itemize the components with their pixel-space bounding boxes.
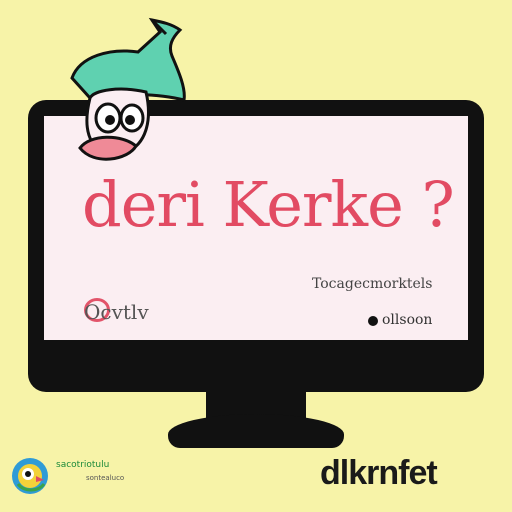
logo-subcaption: sontealuco xyxy=(86,474,125,482)
bullet-dot-icon xyxy=(368,316,378,326)
screen-left-mark: Ocvtlv xyxy=(84,300,149,324)
screen-headline: deri Kerke ? xyxy=(82,168,455,241)
duck-mascot-icon xyxy=(70,17,186,161)
brand-wordmark: dlkrnfet xyxy=(320,454,438,492)
bird-logo-icon xyxy=(12,458,48,494)
screen-right-text: Tocagecmorktels xyxy=(312,276,433,292)
monitor-base xyxy=(168,414,344,448)
screen-right-text-2: ollsoon xyxy=(382,312,433,328)
logo-caption: sacotriotulu xyxy=(56,460,110,470)
